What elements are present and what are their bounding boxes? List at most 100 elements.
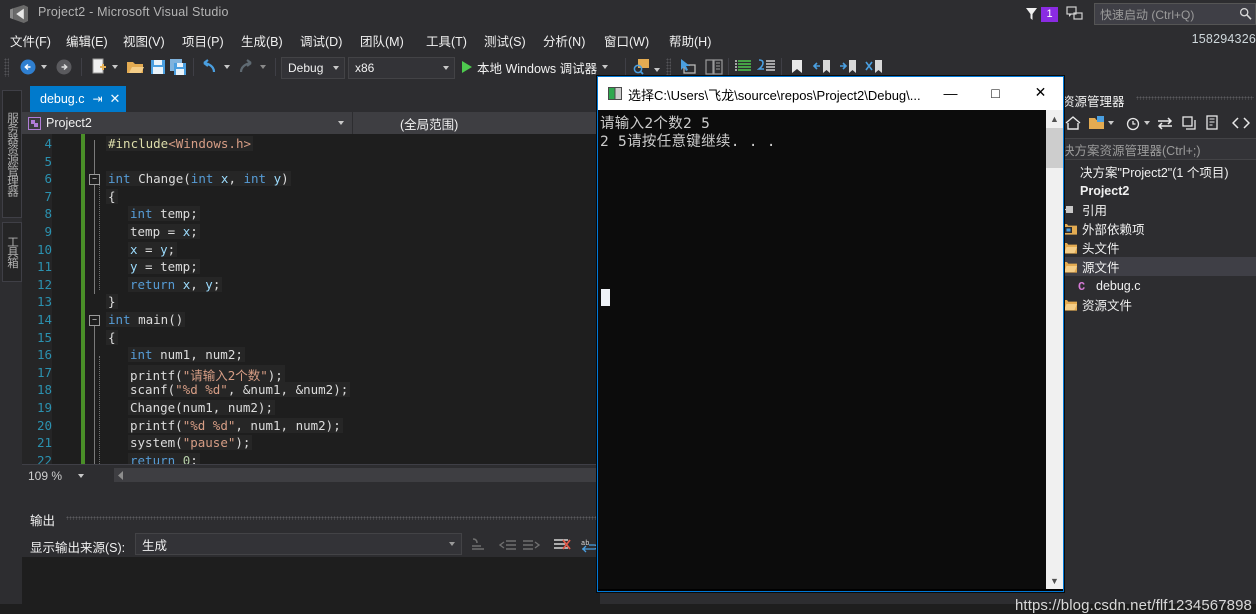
menu-item-view[interactable]: 视图(V) (123, 31, 165, 50)
next-bookmark-icon[interactable] (838, 56, 860, 78)
redo-icon[interactable] (236, 56, 256, 78)
toolbox-tab[interactable]: 工具箱 (2, 222, 22, 282)
find-chevron-down-icon[interactable] (654, 68, 660, 72)
solution-explorer-grip[interactable] (1136, 96, 1254, 100)
menu-item-window[interactable]: 窗口(W) (604, 31, 649, 50)
next-message-icon[interactable] (522, 537, 540, 553)
save-icon[interactable] (148, 56, 168, 78)
solution-configuration-combo[interactable]: Debug (281, 57, 345, 79)
previous-message-icon[interactable] (499, 537, 517, 553)
menu-item-debug[interactable]: 调试(D) (300, 31, 342, 50)
undo-icon[interactable] (200, 56, 220, 78)
console-title-bar[interactable]: 选择C:\Users\飞龙\source\repos\Project2\Debu… (598, 77, 1063, 110)
redo-chevron-down-icon[interactable] (260, 65, 266, 69)
uncomment-lines-icon[interactable] (757, 56, 779, 78)
output-pane-grip[interactable] (66, 516, 596, 520)
code-editor[interactable]: 4 #include<Windows.h> 5 6− int Change(int x,… (22, 134, 600, 464)
solution-tree-item[interactable]: 头文件 (1060, 238, 1256, 257)
code-line[interactable]: scanf("%d %d", &num1, &num2); (128, 382, 351, 398)
menu-item-build[interactable]: 生成(B) (241, 31, 283, 50)
comment-lines-icon[interactable] (733, 56, 755, 78)
menu-item-project[interactable]: 项目(P) (182, 31, 224, 50)
code-line[interactable]: int num1, num2; (128, 347, 245, 363)
new-item-chevron-down-icon[interactable] (112, 65, 118, 69)
code-line[interactable]: #include<Windows.h> (106, 136, 254, 151)
editor-horizontal-scrollbar[interactable] (114, 468, 600, 482)
menu-item-help[interactable]: 帮助(H) (669, 31, 711, 50)
menu-item-file[interactable]: 文件(F) (10, 31, 51, 50)
code-line[interactable]: { (106, 329, 118, 345)
code-line[interactable]: temp = x; (128, 224, 200, 239)
solution-tree-item[interactable]: 源文件 (1060, 257, 1256, 276)
code-line[interactable]: x = y; (128, 241, 178, 257)
code-line[interactable]: Change(num1, num2); (128, 400, 275, 415)
solution-tree-item[interactable]: 决方案"Project2"(1 个项目) (1060, 162, 1256, 181)
view-code-icon[interactable] (1232, 114, 1250, 132)
sync-views-icon[interactable] (1156, 114, 1174, 132)
code-line[interactable]: system("pause"); (128, 435, 253, 451)
code-line[interactable]: int main() (106, 312, 186, 327)
scroll-left-arrow-icon[interactable] (114, 468, 128, 482)
code-line[interactable]: int Change(int x, int y) (106, 171, 291, 187)
solution-tree-item[interactable]: 资源文件 (1060, 295, 1256, 314)
console-close-button[interactable]: ✕ (1018, 77, 1063, 108)
solution-platform-combo[interactable]: x86 (348, 57, 455, 79)
close-icon[interactable]: ✕ (110, 91, 121, 107)
pointer-select-icon[interactable] (677, 56, 699, 78)
menu-item-edit[interactable]: 编辑(E) (66, 31, 108, 50)
toolbar-grip-2[interactable] (666, 58, 671, 77)
clear-all-icon[interactable] (552, 537, 572, 553)
solution-tree-item[interactable]: Cdebug.c (1060, 276, 1256, 295)
compare-files-icon[interactable] (703, 56, 725, 78)
quick-launch-input[interactable]: 快速启动 (Ctrl+Q) (1094, 3, 1256, 25)
refresh-icon[interactable] (1180, 114, 1198, 132)
output-source-combo[interactable]: 生成 (135, 533, 462, 555)
open-folder-icon[interactable] (125, 56, 145, 78)
pending-changes-icon[interactable] (1124, 114, 1142, 132)
document-tab-debug-c[interactable]: debug.c ⇥ ✕ (30, 86, 127, 112)
solution-tree-item[interactable]: 引用 (1060, 200, 1256, 219)
undo-chevron-down-icon[interactable] (224, 65, 230, 69)
console-minimize-button[interactable]: — (928, 77, 973, 108)
solution-explorer-search-input[interactable]: 决方案资源管理器(Ctrl+;) (1060, 138, 1256, 160)
zoom-level-combo[interactable]: 109 % (28, 469, 85, 483)
notifications-button[interactable]: 1 (1025, 6, 1058, 22)
solution-tree-item[interactable]: Project2 (1060, 181, 1256, 200)
console-scrollbar-thumb[interactable] (1046, 128, 1063, 168)
find-in-files-icon[interactable] (632, 56, 652, 78)
navigate-back-chevron-down-icon[interactable] (41, 65, 47, 69)
show-all-files-icon[interactable] (1088, 114, 1106, 132)
menu-item-team[interactable]: 团队(M) (360, 31, 404, 50)
server-explorer-tab[interactable]: 服务器资源管理器 (2, 90, 22, 218)
home-icon[interactable] (1064, 114, 1082, 132)
code-line[interactable]: { (106, 188, 118, 204)
code-line[interactable]: printf("请输入2个数"); (128, 364, 285, 384)
console-output-area[interactable]: 请输入2个数2 5 2 5请按任意键继续. . . (598, 110, 1063, 589)
solution-tree-item[interactable]: 外部依赖项 (1060, 219, 1256, 238)
menu-item-tools[interactable]: 工具(T) (426, 31, 467, 50)
feedback-icon[interactable] (1066, 6, 1084, 22)
code-line[interactable]: int temp; (128, 206, 200, 222)
previous-bookmark-icon[interactable] (812, 56, 834, 78)
properties-icon[interactable] (1204, 114, 1222, 132)
fold-toggle-icon[interactable]: − (89, 174, 100, 186)
navbar-project-selector[interactable]: Project2 (22, 112, 353, 134)
console-scrollbar[interactable]: ▲ ▼ (1046, 110, 1063, 589)
pending-chevron-down-icon[interactable] (1144, 121, 1150, 125)
pin-icon[interactable]: ⇥ (92, 92, 102, 106)
save-all-icon[interactable] (168, 56, 188, 78)
scroll-up-icon[interactable]: ▲ (1046, 110, 1063, 127)
chevron-down-icon[interactable] (602, 65, 609, 69)
code-line[interactable]: y = temp; (128, 259, 200, 275)
code-line[interactable]: } (106, 294, 118, 310)
start-debugging-button[interactable]: 本地 Windows 调试器 (462, 57, 609, 77)
navigate-back-icon[interactable] (18, 56, 38, 78)
console-maximize-button[interactable]: □ (973, 77, 1018, 108)
fold-toggle-icon[interactable]: − (89, 315, 100, 326)
code-line[interactable]: printf("%d %d", num1, num2); (128, 417, 343, 433)
code-line[interactable]: return x, y; (128, 276, 223, 292)
go-to-message-icon[interactable] (469, 537, 487, 553)
console-window[interactable]: 选择C:\Users\飞龙\source\repos\Project2\Debu… (597, 76, 1064, 592)
navigate-forward-icon[interactable] (54, 56, 74, 78)
menu-item-test[interactable]: 测试(S) (484, 31, 526, 50)
